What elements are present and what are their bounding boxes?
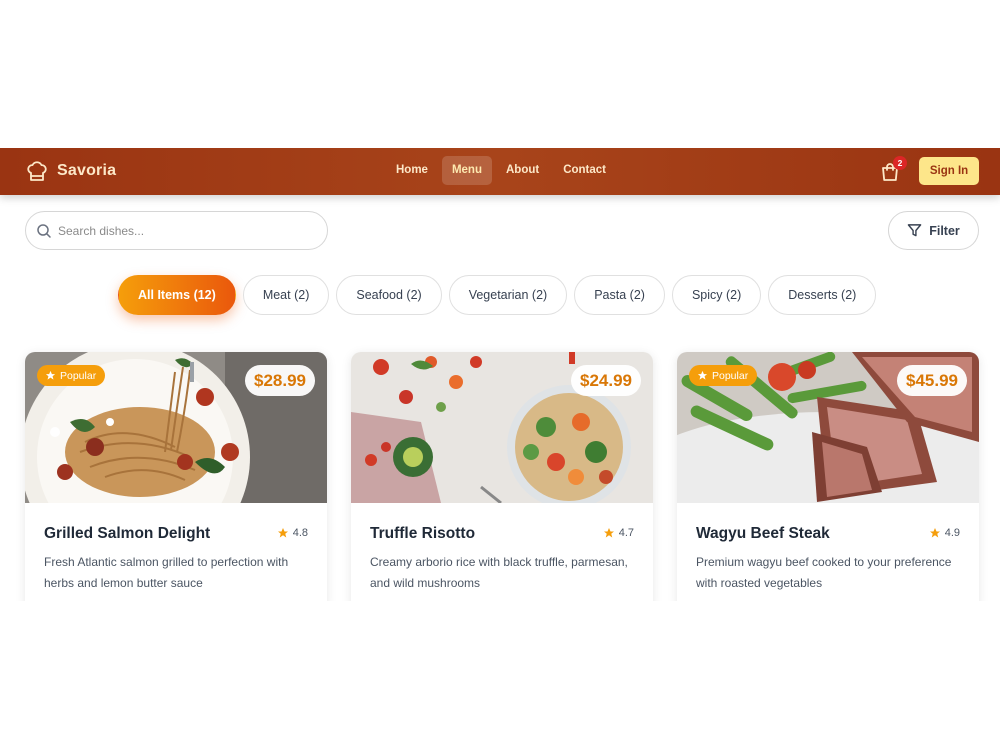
nav-link-menu[interactable]: Menu (441, 156, 492, 185)
price-tag: $24.99 (571, 365, 641, 396)
sign-in-button[interactable]: Sign In (919, 157, 979, 185)
app-viewport: Savoria Home Menu About Contact 2 Sign I… (0, 148, 1000, 601)
search-box (25, 211, 328, 250)
popular-badge: Popular (689, 365, 758, 386)
category-chip-meat[interactable]: Meat (2) (242, 275, 330, 315)
category-chip-seafood[interactable]: Seafood (2) (336, 275, 442, 315)
navbar: Savoria Home Menu About Contact 2 Sign I… (0, 148, 1000, 195)
dish-rating: 4.7 (603, 527, 634, 539)
popular-label: Popular (712, 369, 749, 382)
brand-logo[interactable]: Savoria (25, 158, 116, 184)
dish-description: Premium wagyu beef cooked to your prefer… (696, 555, 952, 590)
dish-card[interactable]: $24.99 Truffle Risotto 4.7 Creamy arbori… (351, 352, 653, 601)
star-icon (603, 528, 614, 538)
search-input[interactable] (58, 222, 318, 240)
star-icon (697, 370, 708, 380)
category-chip-pasta[interactable]: Pasta (2) (574, 275, 665, 315)
rating-value: 4.7 (618, 527, 634, 539)
filter-button[interactable]: Filter (888, 211, 979, 250)
rating-value: 4.8 (292, 527, 308, 539)
dish-description: Fresh Atlantic salmon grilled to perfect… (44, 555, 289, 590)
search-icon (37, 224, 51, 238)
category-chip-all[interactable]: All Items (12) (118, 275, 236, 315)
star-icon (45, 370, 56, 380)
popular-badge: Popular (37, 365, 106, 386)
dish-card[interactable]: Popular $45.99 Wagyu Beef Steak 4.9 Prem… (677, 352, 979, 601)
cart-button[interactable]: 2 (878, 156, 907, 184)
page: Savoria Home Menu About Contact 2 Sign I… (0, 0, 1000, 750)
dish-title[interactable]: Truffle Risotto (370, 525, 475, 543)
dish-rating: 4.9 (929, 527, 960, 539)
dish-rating: 4.8 (277, 527, 308, 539)
nav-link-contact[interactable]: Contact (553, 156, 616, 185)
dish-description: Creamy arborio rice with black truffle, … (370, 555, 628, 590)
star-icon (277, 528, 288, 538)
brand-name: Savoria (57, 162, 117, 179)
price-tag: $28.99 (245, 365, 315, 396)
category-chip-vegetarian[interactable]: Vegetarian (2) (448, 275, 568, 315)
cart-count-badge: 2 (893, 156, 907, 170)
dish-title[interactable]: Wagyu Beef Steak (696, 525, 830, 543)
category-chip-desserts[interactable]: Desserts (2) (768, 275, 877, 315)
nav-link-about[interactable]: About (496, 156, 549, 185)
category-filter-bar: All Items (12) Meat (2) Seafood (2) Vege… (118, 275, 877, 315)
filter-icon (907, 224, 922, 237)
category-chip-spicy[interactable]: Spicy (2) (671, 275, 762, 315)
chef-hat-icon (27, 161, 47, 181)
dish-card[interactable]: Popular $28.99 Grilled Salmon Delight 4.… (25, 352, 327, 601)
price-tag: $45.99 (897, 365, 967, 396)
popular-label: Popular (60, 369, 97, 382)
star-icon (929, 528, 940, 538)
main-nav: Home Menu About Contact (386, 156, 616, 185)
dish-title[interactable]: Grilled Salmon Delight (44, 525, 210, 543)
filter-label: Filter (929, 223, 960, 238)
nav-link-home[interactable]: Home (386, 156, 438, 185)
rating-value: 4.9 (944, 527, 960, 539)
